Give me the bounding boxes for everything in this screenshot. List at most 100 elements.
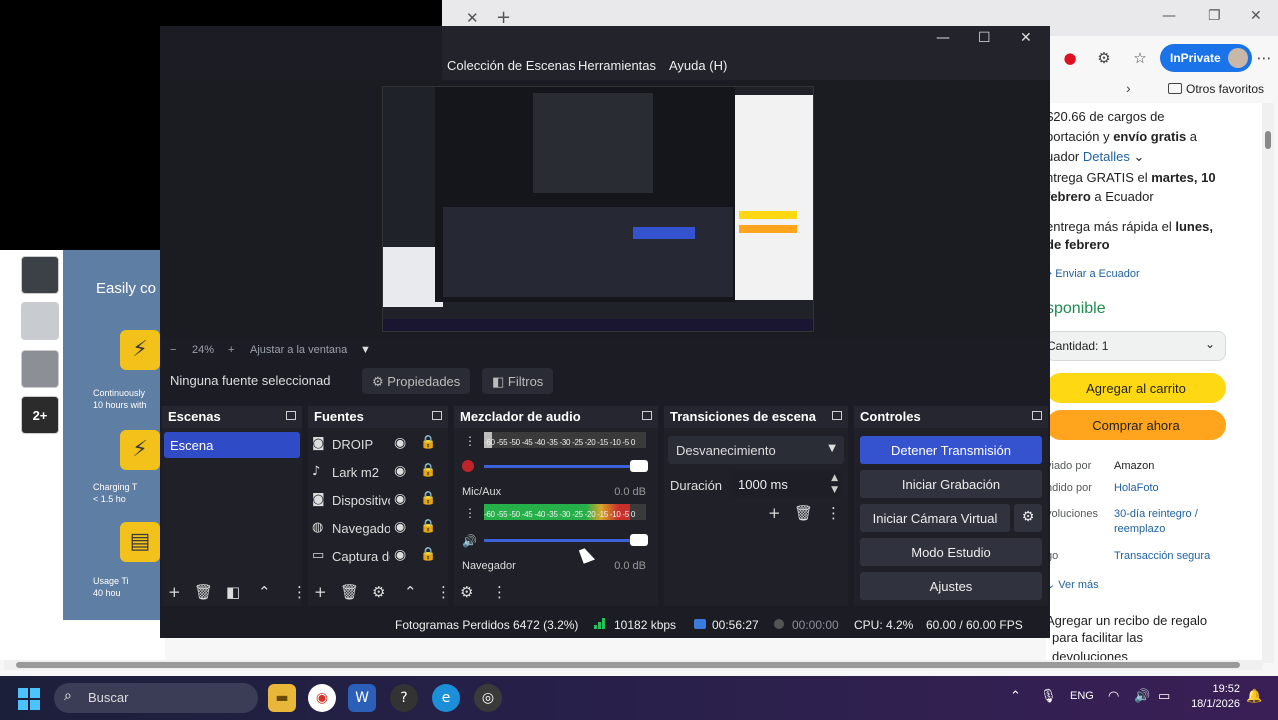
volume-fader[interactable] (484, 460, 648, 472)
see-more-link[interactable]: ⌄ Ver más (1046, 577, 1099, 593)
microphone-icon[interactable]: 🎙 (1040, 689, 1057, 704)
channel-menu-icon[interactable]: ⋮ (464, 434, 476, 448)
edge-icon[interactable]: e (432, 684, 460, 712)
source-item[interactable]: ♪ Lark m2 ◉ 🔒 (308, 460, 448, 486)
trash-icon[interactable]: 🗑 (794, 504, 813, 522)
trash-icon[interactable]: 🗑 (194, 583, 213, 601)
popout-icon[interactable] (286, 411, 296, 420)
popout-icon[interactable] (642, 411, 652, 420)
advanced-audio-icon[interactable]: ⚙ (460, 583, 473, 601)
extension-red-icon[interactable]: ● (1060, 48, 1080, 68)
duration-input[interactable]: 1000 ms ▲ ▼ (732, 470, 842, 498)
language-indicator[interactable]: ENG (1070, 690, 1094, 702)
start-virtual-camera-button[interactable]: Iniciar Cámara Virtual (860, 504, 1010, 532)
stop-stream-button[interactable]: Detener Transmisión (860, 436, 1042, 464)
more-icon[interactable]: ⋮ (492, 583, 507, 601)
popout-icon[interactable] (832, 411, 842, 420)
move-up-icon[interactable]: ⌃ (404, 583, 417, 601)
horizontal-scrollbar[interactable] (4, 660, 1262, 670)
sold-by-value[interactable]: HolaFoto (1114, 480, 1159, 496)
duration-stepper[interactable]: ▲ ▼ (831, 472, 838, 496)
wifi-icon[interactable]: ◠ (1108, 689, 1119, 704)
maximize-icon[interactable]: ☐ (978, 30, 991, 46)
menu-scene-collection[interactable]: Colección de Escenas (447, 58, 576, 73)
chrome-icon[interactable]: ◉ (308, 684, 336, 712)
filters-button[interactable]: ◧ Filtros (482, 368, 554, 394)
trash-icon[interactable]: 🗑 (340, 583, 359, 601)
more-icon[interactable]: ⋮ (292, 583, 307, 601)
source-item[interactable]: ◙ DROIP ◉ 🔒 (308, 432, 448, 458)
lock-icon[interactable]: 🔒 (420, 463, 436, 478)
zoom-out-icon[interactable]: − (170, 344, 176, 356)
product-thumbnail[interactable] (21, 302, 59, 340)
preview-canvas[interactable] (382, 86, 814, 332)
source-item[interactable]: ◙ Dispositivo ◉ 🔒 (308, 488, 448, 514)
fader-knob[interactable] (630, 460, 648, 472)
close-tab-icon[interactable]: ✕ (466, 9, 479, 27)
visibility-eye-icon[interactable]: ◉ (394, 547, 406, 563)
add-icon[interactable]: + (768, 504, 781, 522)
new-tab-icon[interactable]: + (496, 7, 511, 28)
returns-value-1[interactable]: 30-día reintegro / (1114, 506, 1198, 522)
browser-minimize-icon[interactable]: — (1162, 8, 1176, 24)
quantity-select[interactable]: Cantidad: 1 ⌄ (1046, 331, 1226, 361)
menu-help[interactable]: Ayuda (H) (669, 58, 727, 73)
other-favorites[interactable]: Otros favoritos (1168, 82, 1264, 96)
speaker-icon[interactable]: 🔊 (462, 534, 477, 548)
volume-fader[interactable] (484, 534, 648, 546)
more-icon[interactable]: ⋮ (826, 504, 841, 522)
move-up-icon[interactable]: ⌃ (258, 583, 271, 601)
system-clock[interactable]: 19:52 18/1/2026 (1184, 682, 1240, 712)
filter-icon[interactable]: ◧ (226, 583, 240, 601)
details-link[interactable]: Detalles (1083, 149, 1130, 164)
lock-icon[interactable]: 🔒 (420, 491, 436, 506)
more-options-icon[interactable]: ⋯ (1254, 48, 1274, 68)
more-thumbnails[interactable]: 2+ (21, 396, 59, 434)
add-icon[interactable]: + (314, 583, 327, 601)
browser-close-icon[interactable]: ✕ (1250, 8, 1262, 24)
settings-button[interactable]: Ajustes (860, 572, 1042, 600)
notifications-bell-icon[interactable]: 🔔 (1246, 689, 1262, 704)
virtual-camera-settings-icon[interactable]: ⚙ (1014, 504, 1042, 532)
fit-dropdown-icon[interactable]: ▼ (360, 344, 371, 356)
menu-tools[interactable]: Herramientas (578, 58, 656, 73)
extensions-icon[interactable]: ⚙ (1094, 48, 1114, 68)
show-hidden-icons[interactable]: ⌃ (1010, 689, 1021, 704)
transition-select[interactable]: Desvanecimiento ▼ (668, 436, 844, 464)
zoom-in-icon[interactable]: + (228, 344, 234, 356)
channel-menu-icon[interactable]: ⋮ (464, 506, 476, 520)
vertical-scrollbar[interactable] (1262, 103, 1274, 663)
lock-icon[interactable]: 🔒 (420, 519, 436, 534)
battery-icon[interactable]: ▭ (1158, 689, 1170, 704)
word-icon[interactable]: W (348, 684, 376, 712)
popout-icon[interactable] (1032, 411, 1042, 420)
inprivate-badge[interactable]: InPrivate (1160, 44, 1252, 72)
chevron-right-icon[interactable]: › (1126, 80, 1131, 96)
file-explorer-icon[interactable]: ▬ (268, 684, 296, 712)
gear-icon[interactable]: ⚙ (372, 583, 385, 601)
taskbar-search[interactable]: ⌕ Buscar (54, 683, 258, 713)
muted-speaker-icon[interactable] (462, 460, 474, 472)
minimize-icon[interactable]: — (936, 30, 950, 46)
lock-icon[interactable]: 🔒 (420, 547, 436, 562)
properties-button[interactable]: ⚙ Propiedades (362, 368, 471, 394)
close-icon[interactable]: ✕ (1020, 30, 1032, 46)
more-icon[interactable]: ⋮ (436, 583, 451, 601)
scrollbar-thumb[interactable] (1265, 131, 1271, 149)
lock-icon[interactable]: 🔒 (420, 435, 436, 450)
product-thumbnail[interactable] (21, 350, 59, 388)
scene-item[interactable]: Escena (164, 432, 300, 458)
scrollbar-thumb[interactable] (16, 662, 1240, 668)
gift-receipt[interactable]: Agregar un recibo de regalo (1046, 613, 1207, 629)
buy-now-button[interactable]: Comprar ahora (1046, 410, 1226, 440)
browser-restore-icon[interactable]: ❐ (1208, 8, 1221, 24)
source-item[interactable]: ▭ Captura de ◉ 🔒 (308, 544, 448, 570)
visibility-eye-icon[interactable]: ◉ (394, 519, 406, 535)
studio-mode-button[interactable]: Modo Estudio (860, 538, 1042, 566)
visibility-eye-icon[interactable]: ◉ (394, 463, 406, 479)
payment-value[interactable]: Transacción segura (1114, 548, 1210, 564)
fader-knob[interactable] (630, 534, 648, 546)
visibility-eye-icon[interactable]: ◉ (394, 435, 406, 451)
popout-icon[interactable] (432, 411, 442, 420)
product-thumbnail[interactable] (21, 256, 59, 294)
